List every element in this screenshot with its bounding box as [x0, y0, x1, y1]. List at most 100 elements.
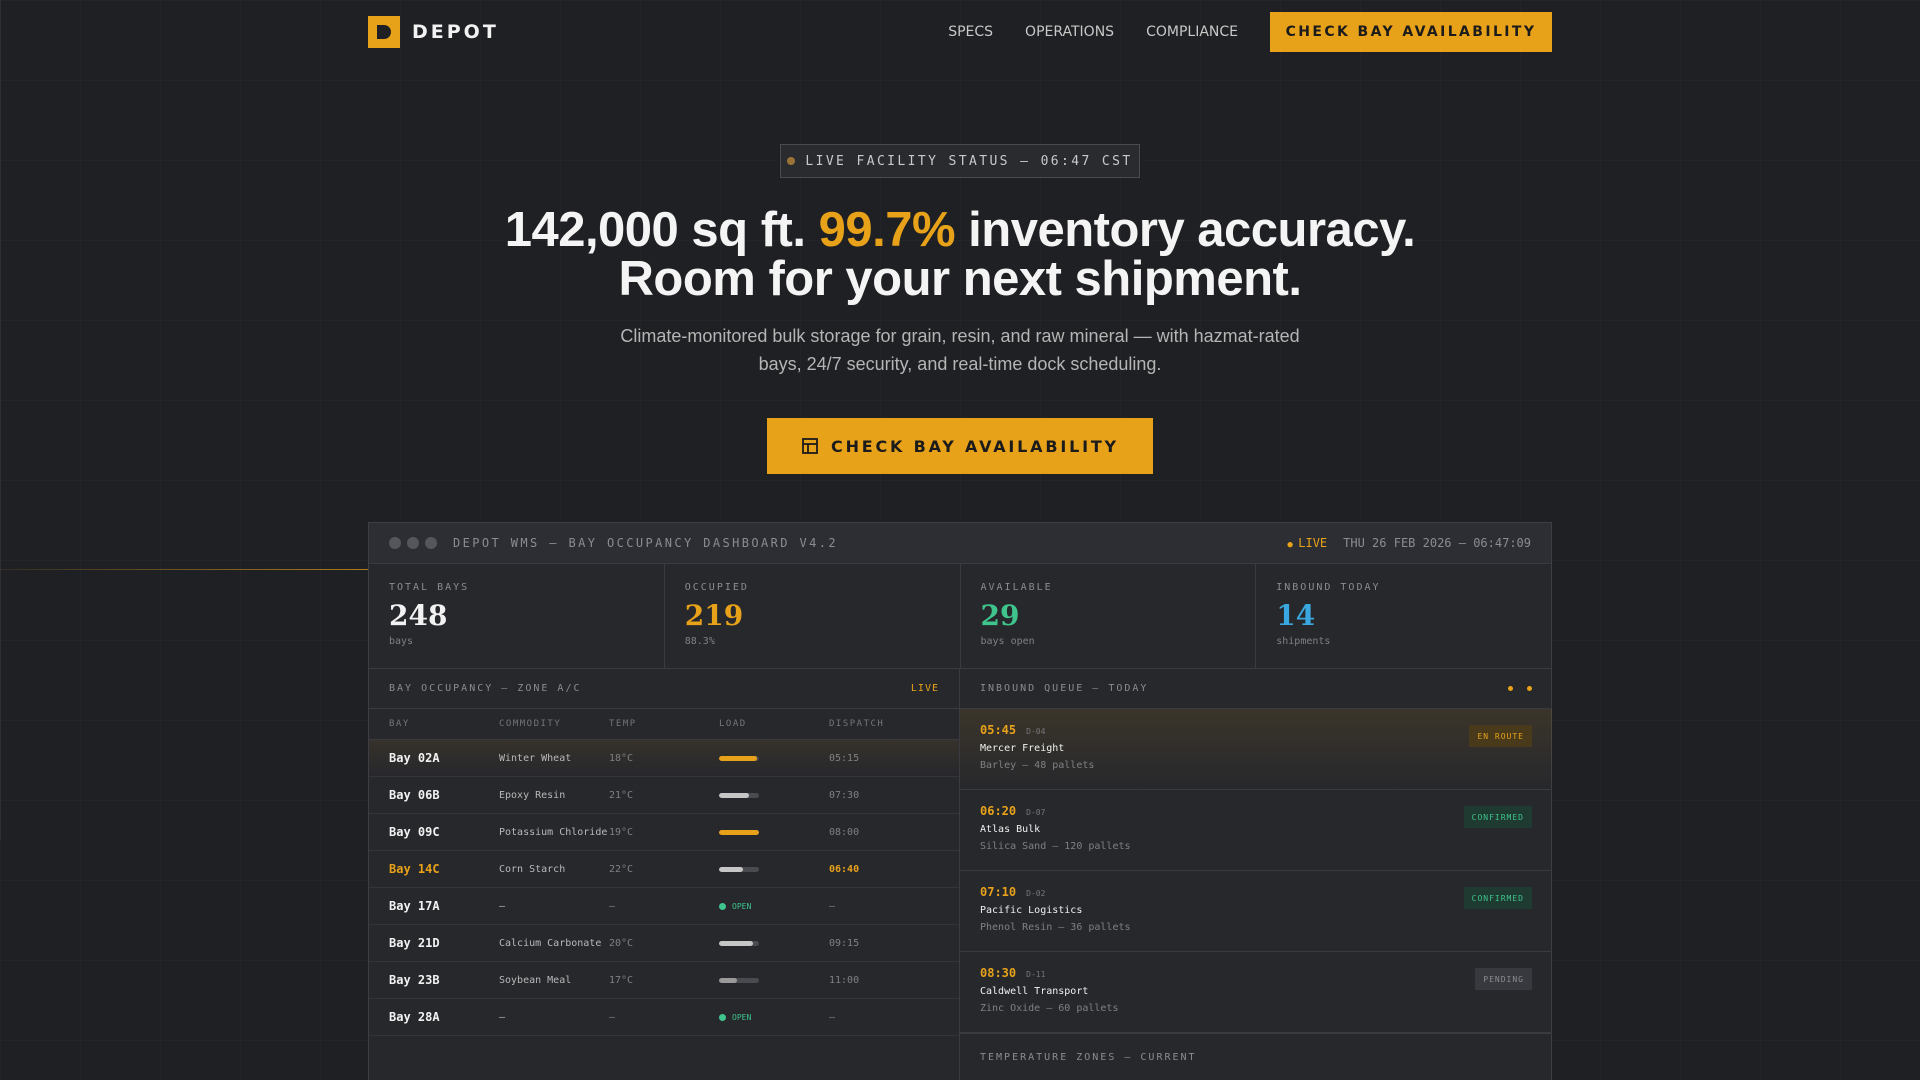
- dashboard-window: DEPOT WMS — BAY OCCUPANCY DASHBOARD V4.2…: [368, 522, 1552, 1080]
- dock-id: D-07: [1026, 808, 1046, 817]
- carrier-name: Mercer Freight: [980, 743, 1065, 754]
- stat-label: OCCUPIED: [684, 582, 749, 593]
- list-item[interactable]: 06:20 D-07 Atlas Bulk Silica Sand — 120 …: [960, 790, 1552, 871]
- arrival-time: 07:10: [980, 885, 1017, 899]
- window-controls: [389, 537, 437, 549]
- list-item[interactable]: 08:30 D-11 Caldwell Transport Zinc Oxide…: [960, 952, 1552, 1033]
- commodity: Epoxy Resin: [499, 789, 566, 801]
- temperature: 22°C: [609, 863, 634, 875]
- nav-check-availability-button[interactable]: CHECK BAY AVAILABILITY: [1270, 12, 1552, 52]
- load-bar-fill: [719, 755, 757, 761]
- table-row[interactable]: Bay 21D Calcium Carbonate 20°C 09:15: [369, 925, 959, 962]
- top-nav: DEPOT SPECS OPERATIONS COMPLIANCE CHECK …: [368, 12, 1552, 52]
- stat-value: 14: [1276, 599, 1316, 632]
- brand[interactable]: DEPOT: [368, 16, 499, 48]
- live-status-pill: LIVE FACILITY STATUS — 06:47 CST: [780, 144, 1140, 178]
- bay-name: Bay 02A: [389, 751, 440, 765]
- bay-name: Bay 28A: [389, 1010, 440, 1024]
- load-bar: [719, 755, 759, 761]
- table-row[interactable]: Bay 28A — — OPEN —: [369, 999, 959, 1036]
- load-bar: [719, 866, 759, 872]
- column-header: LOAD: [719, 719, 747, 729]
- load-cell: [719, 866, 829, 872]
- live-status-text: LIVE FACILITY STATUS — 06:47 CST: [805, 153, 1133, 169]
- load-bar: [719, 940, 759, 946]
- commodity: Winter Wheat: [499, 752, 572, 764]
- temperature: 20°C: [609, 937, 634, 949]
- inbound-queue-list: 05:45 D-04 Mercer Freight Barley — 48 pa…: [960, 709, 1552, 1033]
- column-header: COMMODITY: [499, 719, 562, 729]
- inbound-panel-header: INBOUND QUEUE — TODAY: [960, 669, 1552, 709]
- cargo-description: Zinc Oxide — 60 pallets: [980, 1003, 1119, 1014]
- load-bar-fill: [719, 829, 759, 835]
- temperature: —: [609, 900, 616, 912]
- status-dot-icon: [787, 157, 796, 165]
- hero-check-availability-button[interactable]: CHECK BAY AVAILABILITY: [767, 418, 1153, 474]
- table-row[interactable]: Bay 06B Epoxy Resin 21°C 07:30: [369, 777, 959, 814]
- nav-link-compliance[interactable]: COMPLIANCE: [1146, 24, 1238, 40]
- stat-sub: 88.3%: [684, 636, 715, 647]
- load-bar: [719, 792, 759, 798]
- stat-occupied: OCCUPIED 219 88.3%: [665, 564, 961, 668]
- hero-title-part2: inventory accuracy.: [955, 203, 1416, 257]
- load-bar-fill: [719, 940, 753, 946]
- temperature: 18°C: [609, 752, 634, 764]
- load-cell: [719, 829, 829, 835]
- inbound-panel-title: INBOUND QUEUE — TODAY: [980, 683, 1149, 694]
- dock-id: D-11: [1026, 970, 1046, 979]
- stat-label: AVAILABLE: [980, 582, 1053, 593]
- stat-inbound-today: INBOUND TODAY 14 shipments: [1256, 564, 1551, 668]
- stat-sub: bays open: [980, 636, 1035, 647]
- table-row[interactable]: Bay 02A Winter Wheat 18°C 05:15: [369, 740, 959, 777]
- column-header: DISPATCH: [829, 719, 885, 729]
- carrier-name: Atlas Bulk: [980, 824, 1041, 835]
- hero-title-line2: Room for your next shipment.: [618, 252, 1302, 306]
- commodity: —: [499, 900, 506, 912]
- bay-name: Bay 17A: [389, 899, 440, 913]
- column-header: TEMP: [609, 719, 637, 729]
- hero-cta-label: CHECK BAY AVAILABILITY: [831, 436, 1119, 456]
- window-dot-icon: [425, 537, 437, 549]
- stat-available: AVAILABLE 29 bays open: [961, 564, 1257, 668]
- nav-link-operations[interactable]: OPERATIONS: [1025, 24, 1114, 40]
- status-badge: EN ROUTE: [1469, 725, 1532, 747]
- arrival-time: 05:45: [980, 723, 1017, 737]
- dispatch-time: 06:40: [829, 863, 860, 875]
- bay-name: Bay 09C: [389, 825, 440, 839]
- bay-name: Bay 23B: [389, 973, 440, 987]
- window-dot-icon: [407, 537, 419, 549]
- table-row[interactable]: Bay 23B Soybean Meal 17°C 11:00: [369, 962, 959, 999]
- dispatch-time: —: [829, 900, 836, 912]
- panel-menu-icon[interactable]: [1508, 686, 1532, 691]
- load-bar: [719, 977, 759, 983]
- stats-row: TOTAL BAYS 248 bays OCCUPIED 219 88.3% A…: [369, 564, 1551, 669]
- table-row[interactable]: Bay 09C Potassium Chloride 19°C 08:00: [369, 814, 959, 851]
- arrival-time: 08:30: [980, 966, 1017, 980]
- table-row[interactable]: Bay 14C Corn Starch 22°C 06:40: [369, 851, 959, 888]
- stat-value: 29: [980, 599, 1020, 632]
- list-item[interactable]: 05:45 D-04 Mercer Freight Barley — 48 pa…: [960, 709, 1552, 790]
- hero-title-highlight: 99.7%: [818, 203, 956, 257]
- table-row[interactable]: Bay 17A — — OPEN —: [369, 888, 959, 925]
- logo-icon: [368, 16, 400, 48]
- cargo-description: Phenol Resin — 36 pallets: [980, 922, 1131, 933]
- dock-id: D-04: [1026, 727, 1046, 736]
- dispatch-time: 07:30: [829, 789, 860, 801]
- stat-value: 219: [684, 599, 744, 632]
- stat-value: 248: [389, 599, 448, 632]
- inbound-queue-panel: INBOUND QUEUE — TODAY 05:45 D-04 Mercer …: [960, 669, 1552, 1080]
- nav-link-specs[interactable]: SPECS: [948, 24, 993, 40]
- list-item[interactable]: 07:10 D-02 Pacific Logistics Phenol Resi…: [960, 871, 1552, 952]
- load-cell: [719, 792, 829, 798]
- open-status: OPEN: [719, 902, 829, 911]
- left-rule: [0, 0, 1, 840]
- stat-label: TOTAL BAYS: [389, 582, 470, 593]
- dashboard-live-indicator: LIVE: [1287, 536, 1327, 550]
- dashboard-title: DEPOT WMS — BAY OCCUPANCY DASHBOARD V4.2: [453, 536, 838, 550]
- commodity: Soybean Meal: [499, 974, 572, 986]
- nav-links: SPECS OPERATIONS COMPLIANCE CHECK BAY AV…: [948, 12, 1552, 52]
- hero-title: 142,000 sq ft. 99.7% inventory accuracy.…: [360, 206, 1560, 304]
- load-bar-fill: [719, 977, 737, 983]
- occupancy-panel-header: BAY OCCUPANCY — ZONE A/C LIVE: [369, 669, 959, 709]
- carrier-name: Caldwell Transport: [980, 986, 1089, 997]
